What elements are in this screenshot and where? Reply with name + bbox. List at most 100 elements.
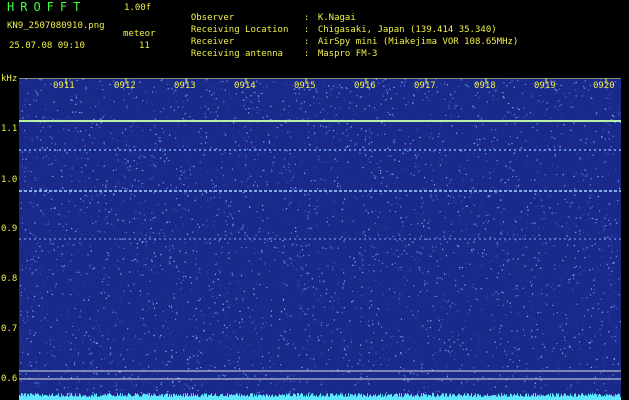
noise-pixel xyxy=(150,219,152,221)
noise-pixel xyxy=(100,385,102,387)
noise-pixel xyxy=(493,226,495,228)
noise-pixel xyxy=(570,159,572,161)
noise-pixel xyxy=(27,365,29,367)
noise-pixel xyxy=(386,251,388,254)
noise-pixel xyxy=(611,278,613,280)
noise-pixel xyxy=(507,179,509,181)
noise-pixel xyxy=(192,367,194,369)
noise-pixel xyxy=(466,228,468,230)
noise-pixel xyxy=(124,128,127,130)
noise-pixel xyxy=(398,160,400,162)
noise-pixel xyxy=(437,142,440,144)
noise-pixel xyxy=(160,383,162,386)
noise-pixel xyxy=(343,272,345,274)
noise-pixel xyxy=(599,179,601,181)
noise-pixel xyxy=(375,254,377,256)
noise-pixel xyxy=(440,341,442,344)
noise-pixel xyxy=(404,276,406,278)
noise-pixel xyxy=(277,355,279,357)
noise-pixel xyxy=(227,291,229,294)
noise-pixel xyxy=(615,81,617,83)
noise-pixel xyxy=(307,227,309,229)
noise-pixel xyxy=(170,317,172,319)
noise-pixel xyxy=(269,265,271,267)
noise-pixel xyxy=(331,143,333,145)
noise-pixel xyxy=(72,373,74,375)
noise-pixel xyxy=(301,111,303,113)
noise-pixel xyxy=(376,117,378,119)
noise-pixel xyxy=(323,221,325,223)
noise-pixel xyxy=(325,311,327,313)
noise-pixel xyxy=(382,242,385,244)
noise-pixel xyxy=(254,326,256,328)
noise-pixel xyxy=(302,118,304,120)
noise-pixel xyxy=(417,213,419,215)
noise-pixel xyxy=(218,82,221,84)
noise-pixel xyxy=(369,334,371,336)
noise-pixel xyxy=(534,318,536,320)
noise-pixel xyxy=(39,245,41,247)
noise-pixel xyxy=(511,106,513,108)
noise-pixel xyxy=(243,138,245,140)
noise-pixel xyxy=(370,325,372,327)
noise-pixel xyxy=(559,105,561,107)
noise-pixel xyxy=(283,212,285,214)
noise-pixel xyxy=(472,333,474,335)
noise-pixel xyxy=(366,303,368,306)
noise-pixel xyxy=(308,241,310,243)
noise-pixel xyxy=(462,275,464,277)
noise-pixel xyxy=(447,374,449,376)
noise-pixel xyxy=(509,161,512,163)
noise-pixel xyxy=(457,310,459,312)
noise-pixel xyxy=(611,241,613,243)
noise-pixel xyxy=(300,252,302,254)
noise-pixel xyxy=(404,351,406,353)
noise-pixel xyxy=(438,320,440,322)
noise-pixel xyxy=(550,130,553,132)
noise-pixel xyxy=(380,270,382,272)
noise-pixel xyxy=(341,87,343,89)
noise-pixel xyxy=(142,381,144,383)
noise-pixel xyxy=(525,388,527,390)
noise-pixel xyxy=(219,271,221,273)
noise-pixel xyxy=(92,392,94,394)
noise-pixel xyxy=(27,353,29,355)
noise-pixel xyxy=(474,372,476,374)
noise-pixel xyxy=(81,254,83,256)
noise-pixel xyxy=(503,276,505,278)
noise-pixel xyxy=(591,154,594,156)
noise-pixel xyxy=(596,389,598,391)
noise-pixel xyxy=(406,253,408,255)
noise-pixel xyxy=(23,229,25,231)
noise-pixel xyxy=(198,226,201,228)
noise-pixel xyxy=(115,169,117,171)
noise-pixel xyxy=(534,95,536,97)
noise-pixel xyxy=(521,228,523,230)
noise-pixel xyxy=(508,392,510,394)
noise-pixel xyxy=(20,310,22,313)
noise-pixel xyxy=(461,289,463,291)
noise-pixel xyxy=(212,281,215,283)
noise-pixel xyxy=(343,240,345,242)
noise-pixel xyxy=(469,130,471,132)
noise-pixel xyxy=(234,367,236,369)
noise-pixel xyxy=(82,139,84,141)
noise-pixel xyxy=(96,367,98,369)
noise-pixel xyxy=(107,254,110,257)
noise-pixel xyxy=(618,141,621,143)
noise-pixel xyxy=(427,271,429,273)
noise-pixel xyxy=(304,283,306,285)
noise-pixel xyxy=(503,208,505,210)
noise-pixel xyxy=(443,294,445,296)
noise-pixel xyxy=(313,128,315,130)
noise-pixel xyxy=(427,98,429,100)
noise-pixel xyxy=(290,232,292,234)
noise-pixel xyxy=(556,277,558,279)
noise-pixel xyxy=(132,223,135,225)
noise-pixel xyxy=(501,230,503,232)
noise-pixel xyxy=(433,256,435,258)
noise-pixel xyxy=(96,132,98,134)
info-value: Maspro FM-3 xyxy=(317,49,378,59)
noise-pixel xyxy=(153,393,155,395)
noise-pixel xyxy=(79,112,81,114)
